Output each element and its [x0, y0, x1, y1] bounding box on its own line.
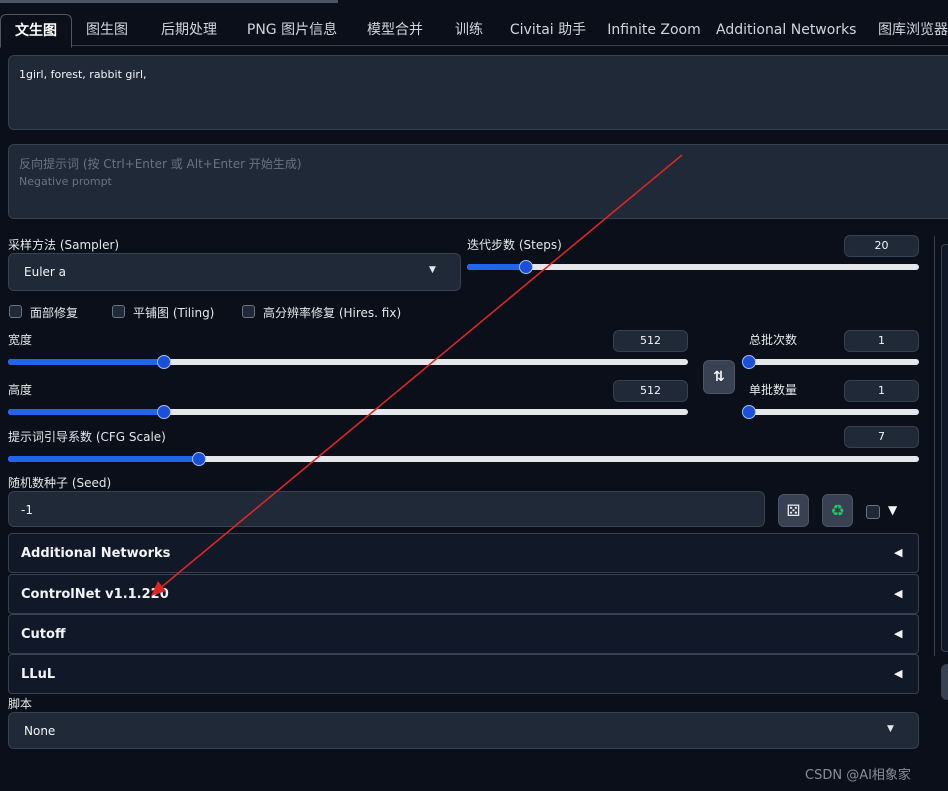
- tab-bar: 文生图 图生图 后期处理 PNG 图片信息 模型合并 训练 Civitai 助手…: [0, 0, 948, 48]
- steps-slider[interactable]: [467, 264, 919, 270]
- width-slider-thumb[interactable]: [157, 355, 172, 369]
- script-label: 脚本: [8, 697, 33, 711]
- width-input[interactable]: 512: [613, 330, 688, 352]
- collapse-triangle-icon: ◀: [894, 627, 903, 640]
- batch-count-label: 总批次数: [749, 333, 798, 347]
- output-button-edge[interactable]: [941, 664, 948, 700]
- tab-image-browser[interactable]: 图库浏览器: [868, 14, 948, 46]
- cfg-label: 提示词引导系数 (CFG Scale): [8, 430, 166, 444]
- steps-slider-thumb[interactable]: [518, 260, 533, 274]
- prompt-text: 1girl, forest, rabbit girl,: [19, 68, 147, 81]
- swap-dimensions-button[interactable]: ⇅: [703, 360, 735, 394]
- steps-label: 迭代步数 (Steps): [467, 238, 562, 252]
- accordion-label: Cutoff: [21, 627, 66, 642]
- batch-count-slider[interactable]: [749, 359, 919, 365]
- reuse-seed-button[interactable]: ♻: [822, 494, 853, 527]
- face-restore-checkbox[interactable]: [9, 305, 22, 318]
- collapse-triangle-icon: ◀: [894, 546, 903, 559]
- batch-count-slider-thumb[interactable]: [742, 355, 756, 369]
- batch-size-label: 单批数量: [749, 383, 798, 397]
- chevron-down-icon: ▼: [887, 724, 894, 734]
- tiling-label: 平铺图 (Tiling): [133, 306, 215, 320]
- seed-label: 随机数种子 (Seed): [8, 476, 112, 490]
- expand-triangle-icon[interactable]: ▼: [888, 503, 897, 517]
- batch-size-input[interactable]: 1: [844, 380, 919, 402]
- prompt-textarea[interactable]: 1girl, forest, rabbit girl,: [8, 55, 948, 130]
- tab-img2img[interactable]: 图生图: [76, 14, 138, 46]
- collapse-triangle-icon: ◀: [894, 667, 903, 680]
- tab-txt2img[interactable]: 文生图: [0, 14, 72, 48]
- cfg-slider-thumb[interactable]: [192, 452, 207, 466]
- accordion-additional-networks[interactable]: Additional Networks ◀: [8, 533, 919, 573]
- width-slider[interactable]: [8, 359, 688, 365]
- sampler-select[interactable]: Euler a ▼: [8, 253, 461, 291]
- cfg-slider[interactable]: [8, 456, 919, 462]
- tab-png-info[interactable]: PNG 图片信息: [240, 14, 344, 46]
- script-value: None: [24, 724, 56, 738]
- hires-fix-label: 高分辨率修复 (Hires. fix): [263, 306, 402, 320]
- accordion-controlnet[interactable]: ControlNet v1.1.220 ◀: [8, 574, 919, 614]
- recycle-icon: ♻: [830, 501, 845, 520]
- accordion-cutoff[interactable]: Cutoff ◀: [8, 614, 919, 654]
- collapse-triangle-icon: ◀: [894, 587, 903, 600]
- tab-extras[interactable]: 后期处理: [150, 14, 228, 46]
- sampler-label: 采样方法 (Sampler): [8, 238, 120, 252]
- accordion-label: ControlNet v1.1.220: [21, 587, 169, 602]
- tab-infinite-zoom[interactable]: Infinite Zoom: [604, 14, 704, 46]
- script-select[interactable]: None ▼: [8, 712, 919, 749]
- random-seed-button[interactable]: ⚄: [778, 494, 809, 527]
- height-slider-thumb[interactable]: [157, 405, 172, 419]
- tab-train[interactable]: 训练: [446, 14, 492, 46]
- batch-size-slider[interactable]: [749, 409, 919, 415]
- accordion-label: Additional Networks: [21, 546, 171, 561]
- dice-icon: ⚄: [786, 501, 801, 520]
- chevron-down-icon: ▼: [429, 265, 436, 275]
- batch-size-slider-thumb[interactable]: [742, 405, 756, 419]
- accordion-llul[interactable]: LLuL ◀: [8, 654, 919, 694]
- watermark: CSDN @AI相象家: [805, 768, 911, 783]
- height-label: 高度: [8, 383, 33, 397]
- batch-count-input[interactable]: 1: [844, 330, 919, 352]
- tiling-checkbox[interactable]: [112, 305, 125, 318]
- height-slider[interactable]: [8, 409, 688, 415]
- negative-prompt-placeholder-en: Negative prompt: [19, 175, 112, 188]
- output-panel-inner: [941, 244, 948, 652]
- height-input[interactable]: 512: [613, 380, 688, 402]
- accordion-label: LLuL: [21, 667, 56, 682]
- sampler-value: Euler a: [24, 265, 67, 279]
- width-label: 宽度: [8, 333, 33, 347]
- seed-input[interactable]: -1: [8, 491, 765, 527]
- swap-arrows-icon: ⇅: [713, 369, 725, 385]
- negative-prompt-placeholder: 反向提示词 (按 Ctrl+Enter 或 Alt+Enter 开始生成): [19, 157, 302, 171]
- steps-input[interactable]: 20: [844, 235, 919, 257]
- cfg-input[interactable]: 7: [844, 426, 919, 448]
- seed-value: -1: [21, 503, 33, 517]
- hires-fix-checkbox[interactable]: [242, 305, 255, 318]
- face-restore-label: 面部修复: [30, 306, 79, 320]
- tab-civitai-helper[interactable]: Civitai 助手: [504, 14, 592, 46]
- tab-additional-networks[interactable]: Additional Networks: [716, 14, 856, 46]
- extra-seed-checkbox[interactable]: [866, 505, 880, 519]
- negative-prompt-textarea[interactable]: 反向提示词 (按 Ctrl+Enter 或 Alt+Enter 开始生成) Ne…: [8, 144, 948, 219]
- tab-merge[interactable]: 模型合并: [356, 14, 434, 46]
